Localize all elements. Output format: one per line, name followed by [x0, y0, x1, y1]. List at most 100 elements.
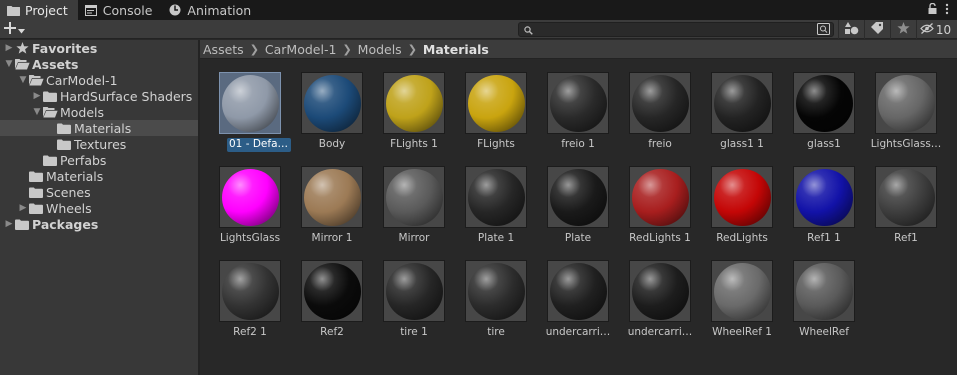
tag-icon	[871, 22, 884, 37]
material-asset[interactable]: Ref2	[291, 248, 371, 340]
material-sphere-preview	[549, 262, 607, 320]
collapsed-arrow-icon[interactable]: ▶	[4, 216, 14, 232]
material-label: freio 1	[561, 138, 595, 150]
material-label: LightsGlass	[219, 232, 281, 244]
hidden-packages-button[interactable]: 10	[916, 20, 954, 39]
filter-by-type-button[interactable]	[838, 20, 864, 39]
star-icon	[14, 40, 30, 56]
expanded-arrow-icon[interactable]: ▼	[18, 72, 28, 88]
expanded-arrow-icon[interactable]: ▼	[4, 56, 14, 72]
collapsed-arrow-icon[interactable]: ▶	[4, 40, 14, 56]
kebab-menu-icon[interactable]	[945, 3, 949, 18]
eye-slash-icon	[920, 22, 934, 37]
search-field[interactable]	[518, 22, 834, 37]
tree-item[interactable]: ▼ Assets	[0, 56, 198, 72]
material-asset[interactable]: freio	[619, 60, 699, 152]
material-thumbnail	[629, 72, 691, 134]
tab-console[interactable]: Console	[78, 0, 163, 20]
filter-by-label-button[interactable]	[864, 20, 890, 39]
material-label: Plate 1	[477, 232, 515, 244]
material-asset[interactable]: FLights 1	[373, 60, 453, 152]
search-by-type-icon[interactable]	[817, 23, 830, 38]
material-sphere-preview	[877, 168, 935, 226]
tree-item[interactable]: Perfabs	[0, 152, 198, 168]
material-label: Ref1 1	[807, 232, 841, 244]
tree-item-label: CarModel-1	[46, 72, 118, 88]
tree-item[interactable]: Scenes	[0, 184, 198, 200]
material-label: Ref2	[320, 326, 344, 338]
material-asset[interactable]: RedLights 1	[619, 154, 699, 246]
material-asset[interactable]: glass1 1	[701, 60, 781, 152]
tree-item[interactable]: ▶ Favorites	[0, 40, 198, 56]
material-asset[interactable]: freio 1	[537, 60, 617, 152]
material-sphere-preview	[713, 262, 771, 320]
folder-icon	[56, 136, 72, 152]
window-tab-bar: Project Console Animation	[0, 0, 957, 20]
search-input[interactable]	[537, 23, 817, 36]
tree-item[interactable]: ▶ HardSurface Shaders	[0, 88, 198, 104]
material-thumbnail	[793, 260, 855, 322]
collapsed-arrow-icon[interactable]: ▶	[18, 200, 28, 216]
material-asset[interactable]: glass1	[783, 60, 863, 152]
tab-animation[interactable]: Animation	[162, 0, 261, 20]
material-sphere-preview	[303, 74, 361, 132]
material-sphere-preview	[631, 74, 689, 132]
collapsed-arrow-icon[interactable]: ▶	[32, 88, 42, 104]
folder-icon	[42, 152, 58, 168]
folder-icon	[6, 3, 20, 17]
material-thumbnail	[875, 72, 937, 134]
chevron-right-icon: ❯	[249, 42, 259, 56]
material-thumbnail	[711, 72, 773, 134]
material-asset[interactable]: undercarri…	[537, 248, 617, 340]
material-asset[interactable]: LightsGlass…	[865, 60, 945, 152]
tree-item[interactable]: Textures	[0, 136, 198, 152]
breadcrumb-item[interactable]: Assets	[203, 42, 244, 57]
material-thumbnail	[711, 260, 773, 322]
material-label: Ref2 1	[233, 326, 267, 338]
tree-item[interactable]: ▶ Packages	[0, 216, 198, 232]
tab-project[interactable]: Project	[0, 0, 78, 20]
console-icon	[84, 3, 98, 17]
material-asset[interactable]: Ref1	[865, 154, 945, 246]
material-sphere-preview	[221, 74, 279, 132]
plus-icon	[4, 22, 16, 37]
material-asset[interactable]: Ref2 1	[209, 248, 289, 340]
material-sphere-preview	[549, 168, 607, 226]
tree-item[interactable]: ▼ CarModel-1	[0, 72, 198, 88]
material-asset[interactable]: Mirror	[373, 154, 453, 246]
tree-item[interactable]: ▶ Wheels	[0, 200, 198, 216]
tree-item[interactable]: Materials	[0, 168, 198, 184]
material-label: LightsGlass…	[870, 138, 942, 150]
material-asset[interactable]: LightsGlass	[209, 154, 289, 246]
material-asset[interactable]: Ref1 1	[783, 154, 863, 246]
favorites-filter-button[interactable]	[890, 20, 916, 39]
add-button[interactable]	[4, 21, 25, 38]
material-label: undercarri…	[627, 326, 693, 338]
material-asset[interactable]: Body	[291, 60, 371, 152]
material-asset[interactable]: Plate	[537, 154, 617, 246]
tree-item[interactable]: ▼ Models	[0, 104, 198, 120]
material-thumbnail	[629, 260, 691, 322]
material-asset[interactable]: WheelRef 1	[701, 248, 781, 340]
tree-item[interactable]: Materials	[0, 120, 198, 136]
material-asset[interactable]: undercarri…	[619, 248, 699, 340]
material-label: freio	[648, 138, 672, 150]
material-asset[interactable]: 01 - Default	[209, 60, 291, 152]
material-asset[interactable]: RedLights	[701, 154, 781, 246]
material-asset[interactable]: tire	[455, 248, 535, 340]
lock-icon[interactable]	[928, 2, 937, 17]
tree-item-label: Materials	[74, 120, 132, 136]
breadcrumb-item[interactable]: CarModel-1	[265, 42, 337, 57]
tree-item-label: Perfabs	[60, 152, 107, 168]
material-asset[interactable]: FLights	[455, 60, 535, 152]
material-asset[interactable]: Mirror 1	[291, 154, 371, 246]
breadcrumb-item[interactable]: Models	[358, 42, 402, 57]
tree-item-label: Models	[60, 104, 105, 120]
expanded-arrow-icon[interactable]: ▼	[32, 104, 42, 120]
material-thumbnail	[793, 166, 855, 228]
material-asset[interactable]: tire 1	[373, 248, 453, 340]
material-asset[interactable]: Plate 1	[455, 154, 535, 246]
material-label: RedLights	[716, 232, 768, 244]
material-asset[interactable]: WheelRef	[783, 248, 863, 340]
